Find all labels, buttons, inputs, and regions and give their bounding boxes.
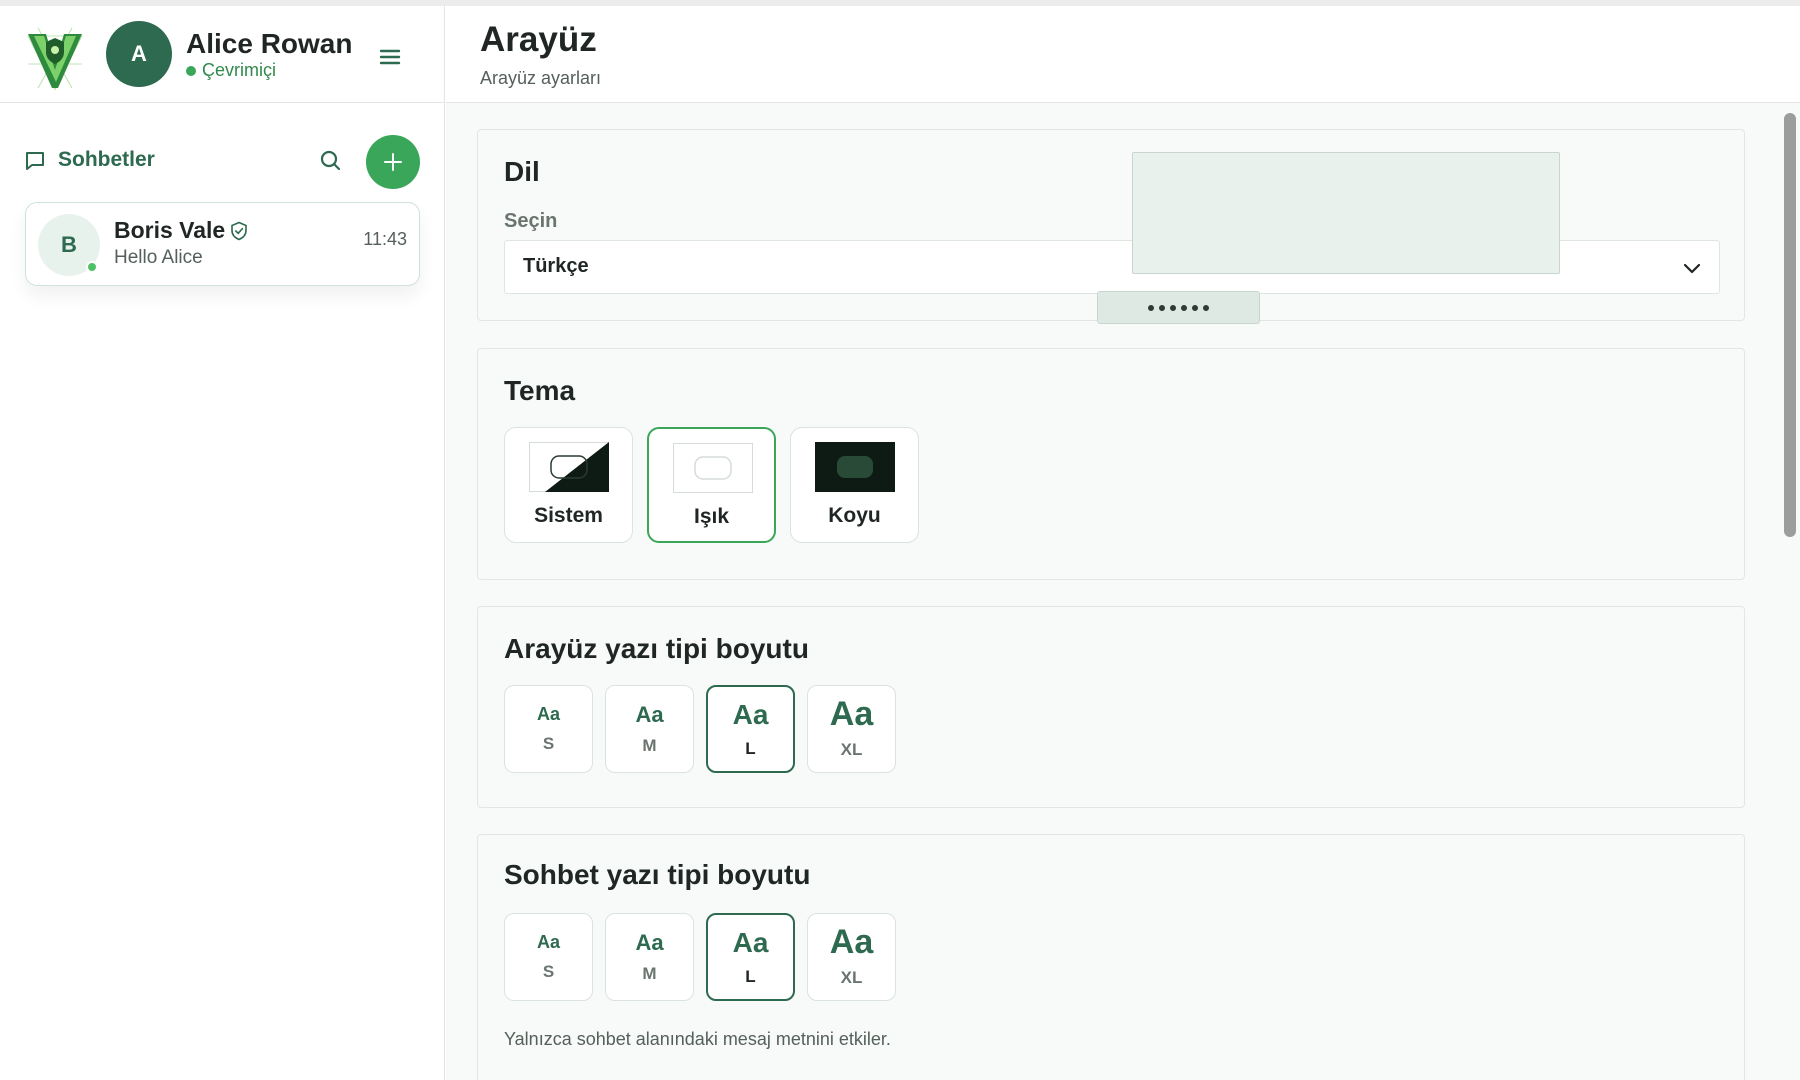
search-icon[interactable] [318, 148, 344, 174]
page-subtitle: Arayüz ayarları [480, 68, 602, 88]
contact-online-dot [86, 261, 98, 273]
font-size-label: S [542, 734, 555, 753]
ui-font-size-l[interactable]: Aa L [706, 685, 795, 773]
theme-options: Sistem Işık Koyu [504, 427, 919, 543]
font-sample: Aa [536, 704, 560, 724]
system-theme-icon [529, 442, 609, 492]
chat-bubble-icon [26, 152, 44, 170]
chats-title: Sohbetler [58, 148, 155, 171]
new-chat-button[interactable] [366, 135, 420, 189]
handle-dot [1181, 304, 1187, 311]
chevron-down-icon [1683, 263, 1701, 274]
theme-label-system: Sistem [534, 504, 603, 527]
user-status-label: Çevrimiçi [202, 60, 276, 80]
plus-icon [384, 153, 402, 171]
font-sample: Aa [635, 930, 664, 955]
chat-font-size-l[interactable]: Aa L [706, 913, 795, 1001]
handle-dot [1192, 304, 1198, 311]
sidebar-header: A Alice Rowan Çevrimiçi [0, 6, 445, 103]
chat-font-size-card: Sohbet yazı tipi boyutu Aa S Aa M Aa L A… [477, 834, 1745, 1080]
font-size-label: L [745, 739, 756, 758]
theme-option-system[interactable]: Sistem [504, 427, 633, 543]
font-sample: Aa [732, 699, 769, 730]
ui-font-size-options: Aa S Aa M Aa L Aa XL [504, 685, 896, 773]
sidebar: A Alice Rowan Çevrimiçi Sohbetler B Bori… [0, 6, 445, 1080]
drag-handle[interactable] [1097, 291, 1260, 324]
online-status-dot [186, 65, 196, 76]
language-title: Dil [504, 156, 540, 187]
ui-font-size-xl[interactable]: Aa XL [807, 685, 896, 773]
main-header: Arayüz Arayüz ayarları [446, 6, 1800, 103]
chat-font-size-options: Aa S Aa M Aa L Aa XL [504, 913, 896, 1001]
theme-card: Tema Sistem Işık Koyu [477, 348, 1745, 580]
font-size-label: XL [840, 968, 863, 987]
message-time: 11:43 [363, 229, 407, 249]
dark-theme-icon [815, 442, 895, 492]
vertical-scrollbar[interactable] [1780, 103, 1800, 1080]
page-title: Arayüz [480, 20, 597, 59]
user-avatar[interactable]: A [106, 21, 172, 87]
floating-panel [1132, 152, 1560, 274]
chat-font-size-s[interactable]: Aa S [504, 913, 593, 1001]
ui-font-size-s[interactable]: Aa S [504, 685, 593, 773]
theme-title: Tema [504, 375, 576, 406]
app-logo [27, 27, 83, 91]
theme-label-light: Işık [693, 505, 730, 528]
chat-list-item[interactable]: B Boris Vale Hello Alice 11:43 [25, 202, 420, 286]
language-value: Türkçe [523, 255, 589, 277]
chat-font-size-title: Sohbet yazı tipi boyutu [504, 859, 811, 890]
font-size-label: L [745, 967, 756, 986]
handle-dot [1148, 304, 1154, 311]
font-sample: Aa [732, 927, 769, 958]
user-status: Çevrimiçi [186, 60, 276, 81]
ui-font-size-m[interactable]: Aa M [605, 685, 694, 773]
language-label: Seçin [504, 210, 558, 232]
handle-dot [1203, 304, 1209, 311]
handle-dot [1170, 304, 1176, 311]
theme-label-dark: Koyu [828, 504, 881, 527]
settings-main: Arayüz Arayüz ayarları Dil Seçin Türkçe … [446, 6, 1800, 1080]
verified-shield-icon [231, 221, 247, 241]
theme-option-dark[interactable]: Koyu [790, 427, 919, 543]
font-size-label: XL [840, 740, 863, 759]
font-size-label: M [642, 964, 657, 983]
chat-font-size-xl[interactable]: Aa XL [807, 913, 896, 1001]
user-name: Alice Rowan [186, 28, 353, 59]
chats-header: Sohbetler [24, 134, 424, 190]
light-theme-icon [673, 443, 753, 493]
app-window: A Alice Rowan Çevrimiçi Sohbetler B Bori… [0, 6, 1800, 1080]
font-sample: Aa [829, 695, 874, 733]
font-size-label: M [642, 736, 657, 755]
ui-font-size-title: Arayüz yazı tipi boyutu [504, 633, 809, 664]
ui-font-size-card: Arayüz yazı tipi boyutu Aa S Aa M Aa L A… [477, 606, 1745, 808]
font-sample: Aa [635, 702, 664, 727]
scrollbar-thumb[interactable] [1784, 113, 1796, 537]
theme-option-light[interactable]: Işık [647, 427, 776, 543]
handle-dot [1159, 304, 1165, 311]
chat-font-size-note: Yalnızca sohbet alanındaki mesaj metnini… [504, 1029, 891, 1049]
last-message: Hello Alice [114, 247, 203, 268]
chat-font-size-m[interactable]: Aa M [605, 913, 694, 1001]
hamburger-menu-icon[interactable] [372, 42, 408, 72]
font-size-label: S [542, 962, 555, 981]
contact-name: Boris Vale [114, 217, 226, 243]
font-sample: Aa [829, 923, 874, 961]
font-sample: Aa [536, 932, 560, 952]
